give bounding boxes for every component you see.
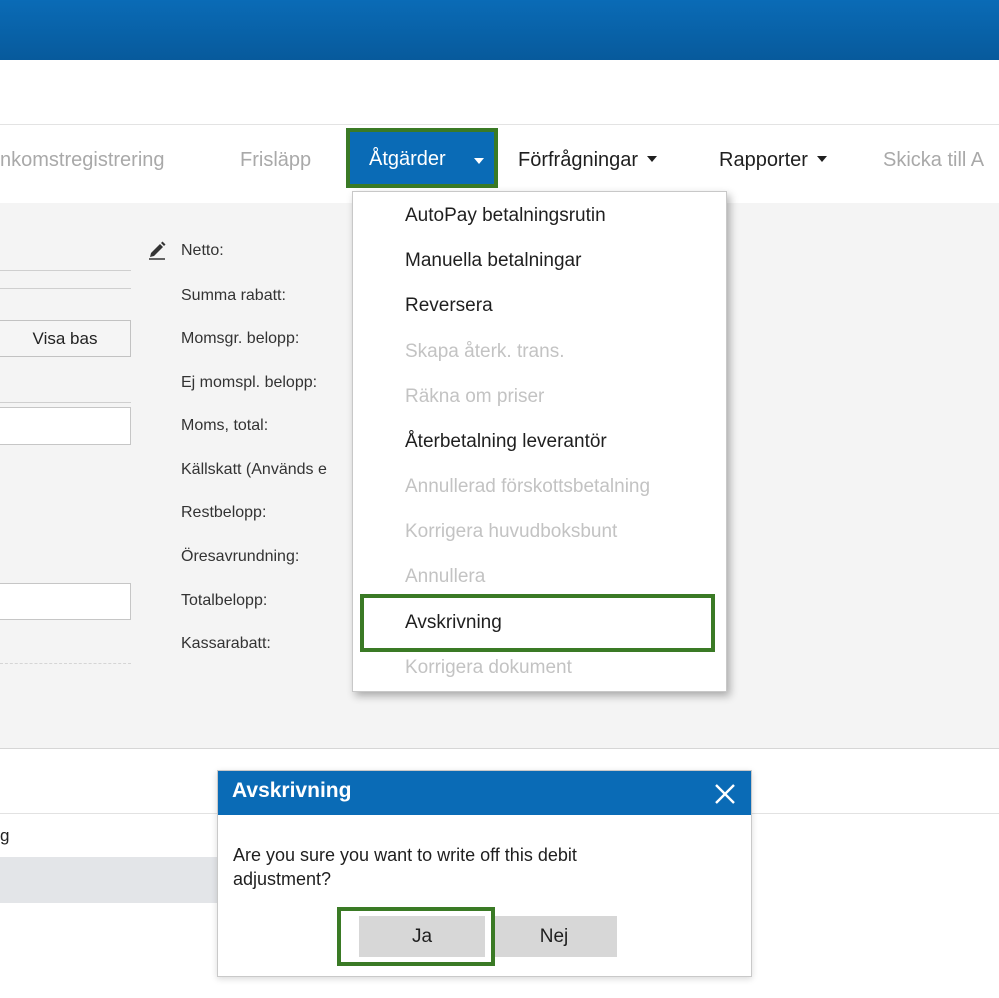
summary-label-restbelopp: Restbelopp: <box>181 504 267 521</box>
toolbar-item-rapporter[interactable]: Rapporter <box>719 149 827 172</box>
no-button[interactable]: Nej <box>491 916 617 957</box>
menu-item-aterbetalning-leverantor[interactable]: Återbetalning leverantör <box>405 431 607 453</box>
menu-item-korrigera-dokument: Korrigera dokument <box>405 657 572 678</box>
menu-item-rakna-om-priser: Räkna om priser <box>405 386 545 407</box>
dialog-message: Are you sure you want to write off this … <box>233 845 577 889</box>
section-divider <box>0 748 999 749</box>
atgarder-highlight <box>346 128 498 188</box>
summary-label-summa-rabatt: Summa rabatt: <box>181 287 286 304</box>
toolbar-item-inkomstregistrering[interactable]: nkomstregistrering <box>0 149 165 172</box>
summary-label-netto: Netto: <box>181 242 224 259</box>
chevron-down-icon <box>816 155 827 162</box>
ja-highlight <box>337 907 495 966</box>
menu-item-reversera[interactable]: Reversera <box>405 295 493 317</box>
summary-label-totalbelopp: Totalbelopp: <box>181 592 268 609</box>
visa-bas-button[interactable]: Visa bas <box>0 320 131 357</box>
toolbar-item-forfragningar[interactable]: Förfrågningar <box>518 149 658 172</box>
chevron-down-icon <box>647 155 658 162</box>
grid-column-header: g <box>0 826 10 845</box>
menu-item-korrigera-huvudboksbunt: Korrigera huvudboksbunt <box>405 521 618 542</box>
dialog-title: Avskrivning <box>232 779 352 802</box>
summary-label-kallskatt: Källskatt (Används e <box>181 461 327 478</box>
menu-item-skapa-aterk-trans: Skapa återk. trans. <box>405 341 565 362</box>
menu-item-autopay[interactable]: AutoPay betalningsrutin <box>405 205 606 227</box>
pencil-icon[interactable] <box>147 240 167 260</box>
dialog-header: Avskrivning <box>218 771 751 815</box>
summary-label-ej-momspl-belopp: Ej momspl. belopp: <box>181 374 318 391</box>
summary-label-kassarabatt: Kassarabatt: <box>181 635 271 652</box>
avskrivning-highlight <box>360 594 715 652</box>
divider <box>0 663 131 664</box>
close-icon[interactable] <box>712 781 738 807</box>
forfragningar-label: Förfrågningar <box>518 149 639 171</box>
text-field[interactable] <box>0 583 131 620</box>
field-underline <box>0 402 131 403</box>
rapporter-label: Rapporter <box>719 149 808 171</box>
field-underline <box>0 270 131 271</box>
summary-label-moms-total: Moms, total: <box>181 417 269 434</box>
toolbar-item-frislapp[interactable]: Frisläpp <box>240 149 311 172</box>
menu-item-annullerad-forskottsbetalning: Annullerad förskottsbetalning <box>405 476 651 497</box>
summary-label-oresavrundning: Öresavrundning: <box>181 548 300 565</box>
grid-row[interactable] <box>0 857 218 903</box>
summary-label-momsgr-belopp: Momsgr. belopp: <box>181 330 300 347</box>
top-header-bar <box>0 0 999 60</box>
text-field[interactable] <box>0 407 131 445</box>
menu-item-manuella-betalningar[interactable]: Manuella betalningar <box>405 250 581 272</box>
toolbar-item-skicka-till[interactable]: Skicka till A <box>883 149 984 172</box>
menu-item-annullera: Annullera <box>405 566 486 587</box>
field-underline <box>0 288 131 289</box>
